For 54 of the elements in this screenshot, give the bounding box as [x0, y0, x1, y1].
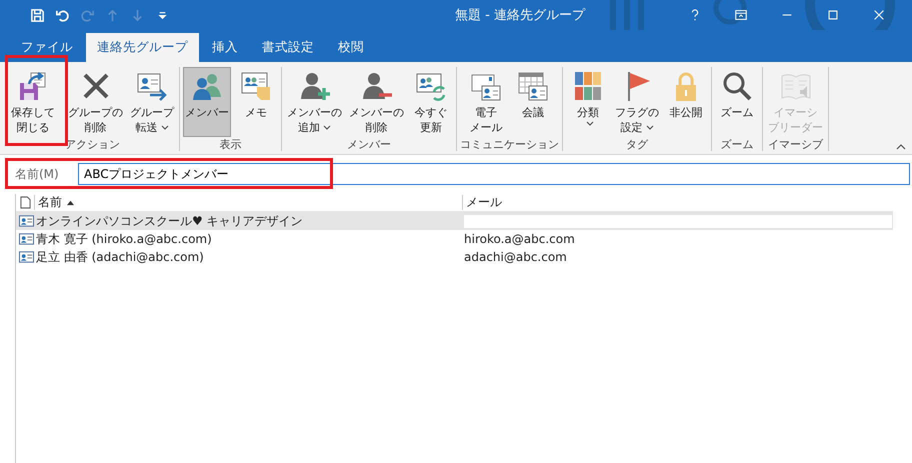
- member-name: 足立 由香 (adachi@abc.com): [36, 248, 205, 266]
- name-field[interactable]: ABCプロジェクトメンバー: [78, 163, 910, 185]
- group-label: ズーム: [720, 137, 754, 152]
- ribbon-tab[interactable]: 連絡先グループ: [86, 33, 199, 62]
- member-row[interactable]: オンラインパソコンスクール♥ キャリアデザイン: [16, 212, 893, 230]
- column-header[interactable]: 名前: [34, 195, 462, 210]
- column-header[interactable]: メール: [462, 195, 893, 210]
- member-name: 青木 寛子 (hiroko.a@abc.com): [36, 230, 213, 248]
- add-person-icon: [298, 70, 330, 102]
- document-icon: [20, 196, 30, 209]
- close-icon[interactable]: [872, 8, 886, 22]
- member-row[interactable]: 青木 寛子 (hiroko.a@abc.com) hiroko.a@abc.com: [16, 230, 893, 248]
- group-label: メンバー: [347, 137, 391, 152]
- contact-card-icon: [18, 233, 34, 245]
- collapse-ribbon-icon[interactable]: [896, 143, 906, 151]
- ribbon-tab[interactable]: 書式設定: [251, 33, 325, 62]
- ribbon-button[interactable]: メンバーの 追加: [285, 67, 344, 137]
- maximize-icon[interactable]: [826, 8, 840, 22]
- ribbon-button[interactable]: グループ 転送: [128, 67, 176, 137]
- window-title: 無題 - 連絡先グループ: [454, 7, 586, 24]
- member-name: オンラインパソコンスクール♥ キャリアデザイン: [36, 212, 304, 230]
- remove-person-icon: [360, 70, 392, 102]
- ribbon-button[interactable]: 分類: [566, 67, 610, 137]
- ribbon-tab[interactable]: 挿入: [201, 33, 249, 62]
- member-email: adachi@abc.com: [464, 250, 567, 264]
- contact-card-icon: [18, 251, 34, 263]
- ribbon-tab[interactable]: 校閲: [327, 33, 375, 62]
- contact-card-icon: [18, 215, 34, 227]
- group-label: イマーシブ: [768, 137, 823, 152]
- ribbon-button[interactable]: 今すぐ 更新: [409, 67, 453, 137]
- ribbon-button[interactable]: ズーム: [715, 67, 759, 137]
- search-icon: [721, 70, 753, 102]
- group-label: コミュニケーション: [460, 137, 559, 152]
- color-grid-icon: [572, 70, 604, 102]
- ribbon-button[interactable]: メンバーの 削除: [347, 67, 406, 137]
- contact-note-icon: [240, 70, 272, 102]
- calendar-contact-icon: [517, 70, 549, 102]
- ribbon-button[interactable]: 非公開: [664, 67, 708, 137]
- save-icon[interactable]: [30, 8, 45, 22]
- ribbon-button[interactable]: 保存して 閉じる: [9, 67, 57, 137]
- ribbon-button[interactable]: メンバー: [183, 67, 231, 137]
- ribbon-button[interactable]: グループの 削除: [66, 67, 125, 137]
- name-label: 名前(M): [15, 166, 60, 182]
- member-email: hiroko.a@abc.com: [464, 232, 575, 246]
- group-label: タグ: [626, 137, 648, 152]
- ribbon-button[interactable]: メモ: [234, 67, 278, 137]
- ribbon-button[interactable]: 電子 メール: [464, 67, 508, 137]
- ribbon-display-icon[interactable]: [734, 8, 748, 22]
- member-row[interactable]: 足立 由香 (adachi@abc.com) adachi@abc.com: [16, 248, 893, 266]
- ribbon-button[interactable]: フラグの 設定: [613, 67, 661, 137]
- undo-icon[interactable]: [55, 8, 70, 22]
- ribbon-button[interactable]: 会議: [511, 67, 555, 137]
- group-label: 表示: [220, 137, 242, 152]
- ribbon-tab[interactable]: ファイル: [10, 33, 84, 62]
